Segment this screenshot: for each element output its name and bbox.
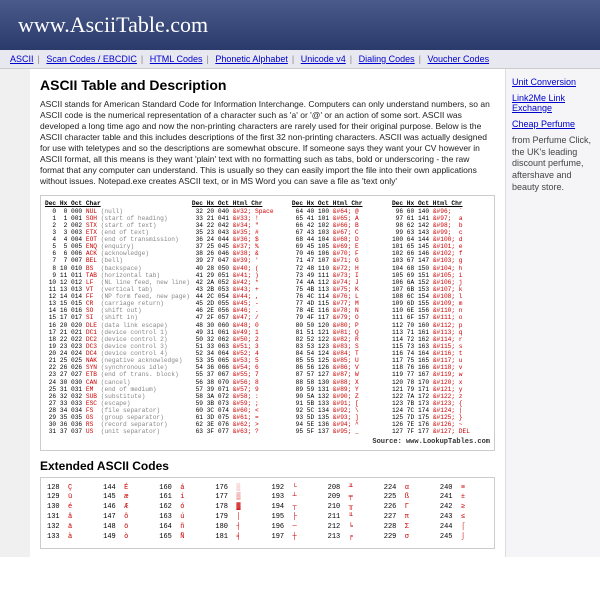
nav-dialing[interactable]: Dialing Codes — [359, 54, 415, 64]
ascii-col-4: Dec Hx Oct Html Chr 96 60 140 &#96; ` 97… — [392, 200, 490, 435]
sidebar: Unit Conversion Link2Me Link Exchange Ch… — [505, 69, 600, 557]
ascii-col-1: Dec Hx Oct Char 0 0 000 NUL (null) 1 1 0… — [45, 200, 190, 435]
nav-htmlcodes[interactable]: HTML Codes — [150, 54, 203, 64]
nav-unicode[interactable]: Unicode v4 — [301, 54, 346, 64]
ext-col-6: 208 ╨ 209 ╤ 210 ╥ 211 ╙ 212 ╘ 213 ╒ — [328, 484, 376, 543]
nav-voucher[interactable]: Voucher Codes — [428, 54, 490, 64]
extended-ascii-image: 128 Ç 129 ü 130 é 131 â 132 ä 133 à 144 … — [40, 477, 495, 550]
page-title: ASCII Table and Description — [40, 77, 495, 93]
sidebar-promo: from Perfume Click, the UK's leading dis… — [512, 135, 594, 193]
nav-sep: | — [415, 54, 425, 64]
source-label: Source: www.LookupTables.com — [45, 438, 490, 446]
left-gutter — [0, 69, 30, 557]
site-title: www.AsciiTable.com — [18, 12, 208, 37]
ext-col-4: 176 ░ 177 ▒ 178 ▓ 179 │ 180 ┤ 181 ╡ — [215, 484, 263, 543]
site-header: www.AsciiTable.com — [0, 0, 600, 50]
ext-col-3: 160 á 161 í 162 ó 163 ú 164 ñ 165 Ñ — [159, 484, 207, 543]
ext-col-5: 192 └ 193 ┴ 194 ┬ 195 ├ 196 ─ 197 ┼ — [272, 484, 320, 543]
sidebar-perfume[interactable]: Cheap Perfume — [512, 119, 594, 129]
sidebar-unit-conversion[interactable]: Unit Conversion — [512, 77, 594, 87]
nav-scancodes[interactable]: Scan Codes / EBCDIC — [46, 54, 137, 64]
ext-col-8: 240 ≡ 241 ± 242 ≥ 243 ≤ 244 ⌠ 245 ⌡ — [440, 484, 488, 543]
nav-ascii[interactable]: ASCII — [10, 54, 34, 64]
ext-col-7: 224 α 225 ß 226 Γ 227 π 228 Σ 229 σ — [384, 484, 432, 543]
ascii-col-2: Dec Hx Oct Html Chr 32 20 040 &#32; Spac… — [192, 200, 290, 435]
nav-sep: | — [288, 54, 298, 64]
nav-phonetic[interactable]: Phonetic Alphabet — [215, 54, 288, 64]
ext-col-1: 128 Ç 129 ü 130 é 131 â 132 ä 133 à — [47, 484, 95, 543]
ascii-col-3: Dec Hx Oct Html Chr 64 40 100 &#64; @ 65… — [292, 200, 390, 435]
layout: ASCII Table and Description ASCII stands… — [0, 69, 600, 557]
nav-sep: | — [202, 54, 212, 64]
ascii-table-image: Dec Hx Oct Char 0 0 000 NUL (null) 1 1 0… — [40, 195, 495, 450]
nav-sep: | — [137, 54, 147, 64]
nav-sep: | — [34, 54, 44, 64]
main-content: ASCII Table and Description ASCII stands… — [30, 69, 505, 557]
nav-sep: | — [346, 54, 356, 64]
intro-text: ASCII stands for American Standard Code … — [40, 99, 495, 187]
ext-col-2: 144 É 145 æ 146 Æ 147 ô 148 ö 149 ò — [103, 484, 151, 543]
top-nav: ASCII| Scan Codes / EBCDIC| HTML Codes| … — [0, 50, 600, 69]
extended-title: Extended ASCII Codes — [40, 459, 495, 473]
sidebar-link2me[interactable]: Link2Me Link Exchange — [512, 93, 594, 113]
